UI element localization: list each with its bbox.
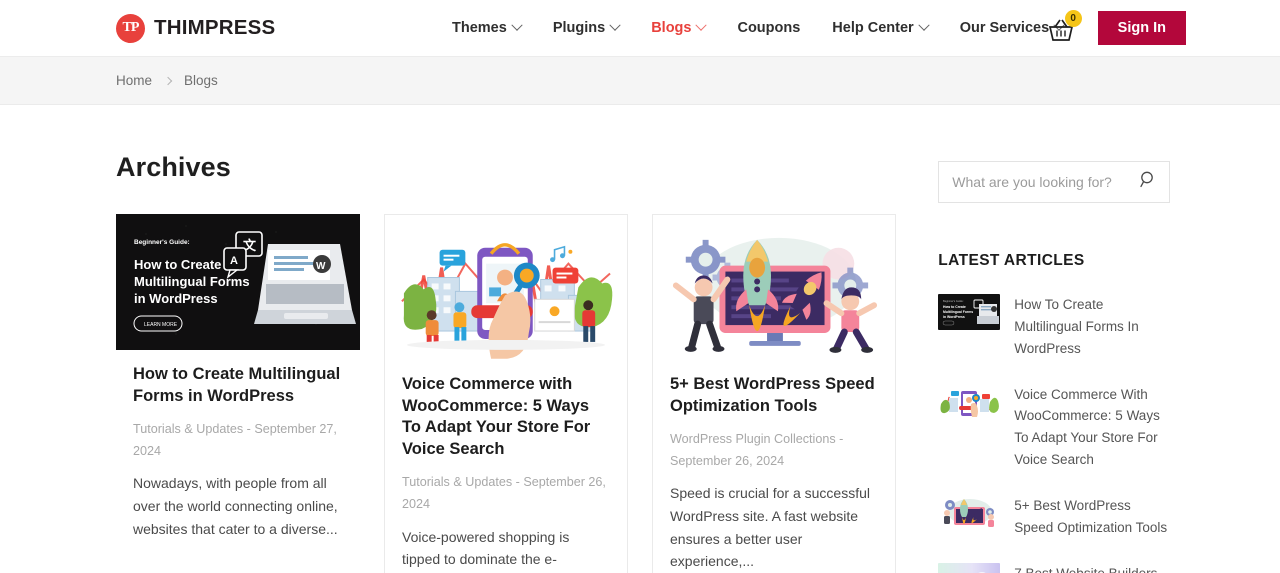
nav-item-blogs[interactable]: Blogs (635, 19, 721, 36)
post-title[interactable]: How to Create Multilingual Forms in Word… (133, 364, 343, 407)
article-title[interactable]: 5+ Best WordPress Speed Optimization Too… (1014, 495, 1170, 539)
list-item[interactable]: 7 Best Website Builders for Small Busine… (938, 562, 1170, 573)
post-card-3[interactable]: 5+ Best WordPress Speed Optimization Too… (652, 214, 896, 573)
chevron-down-icon (918, 19, 930, 31)
post-meta: Tutorials & Updates - September 26, 2024 (402, 475, 606, 512)
chevron-down-icon (609, 19, 621, 31)
svg-text:Beginner's Guide:: Beginner's Guide: (134, 239, 190, 246)
svg-text:How to Create: How to Create (134, 257, 221, 272)
post-thumbnail[interactable] (662, 224, 886, 360)
nav-label: Blogs (651, 20, 692, 36)
post-title[interactable]: 5+ Best WordPress Speed Optimization Too… (670, 374, 878, 417)
post-meta: WordPress Plugin Collections - September… (670, 432, 844, 469)
svg-text:in WordPress: in WordPress (943, 315, 965, 319)
logo-text: THIMPRESS (154, 16, 276, 39)
latest-articles-list: Beginner's Guide: How to Create Multilin… (938, 294, 1170, 573)
voice-commerce-illustration (394, 224, 618, 359)
post-excerpt: Nowadays, with people from all over the … (133, 475, 338, 537)
svg-text:Beginner's Guide:: Beginner's Guide: (943, 299, 964, 303)
post-excerpt: Speed is crucial for a successful WordPr… (670, 485, 870, 570)
speed-optimization-illustration (662, 224, 886, 359)
header-actions: 0 Sign In (1046, 10, 1280, 45)
svg-text:Multilingual Forms: Multilingual Forms (943, 310, 973, 314)
list-item[interactable]: 5+ Best WordPress Speed Optimization Too… (938, 495, 1170, 539)
nav-item-help-center[interactable]: Help Center (816, 19, 943, 36)
dark-laptop-thumb: Beginner's Guide: How to Create Multilin… (938, 294, 1001, 330)
voice-commerce-thumb (938, 383, 1001, 420)
post-card-2[interactable]: Voice Commerce with WooCommerce: 5 Ways … (384, 214, 628, 573)
svg-text:How to Create: How to Create (943, 305, 966, 309)
list-item[interactable]: Beginner's Guide: How to Create Multilin… (938, 294, 1170, 360)
article-title[interactable]: Voice Commerce With WooCommerce: 5 Ways … (1014, 384, 1170, 471)
search-icon[interactable] (1140, 171, 1157, 193)
breadcrumb: Home Blogs (0, 57, 1280, 105)
svg-text:LEARN MORE: LEARN MORE (144, 322, 178, 328)
site-header: TP THIMPRESS Themes Plugins Blogs Coupon… (0, 0, 1280, 57)
main-navigation: Themes Plugins Blogs Coupons Help Center… (452, 19, 1079, 36)
site-logo[interactable]: TP THIMPRESS (116, 13, 276, 43)
nav-label: Themes (452, 20, 507, 36)
svg-text:in WordPress: in WordPress (134, 291, 218, 306)
post-card-1[interactable]: Beginner's Guide: How to Create Multilin… (116, 214, 360, 541)
cart-count-badge: 0 (1064, 10, 1082, 27)
latest-articles-heading: LATEST ARTICLES (938, 252, 1085, 269)
nav-item-plugins[interactable]: Plugins (537, 19, 635, 36)
list-item[interactable]: Voice Commerce With WooCommerce: 5 Ways … (938, 383, 1170, 471)
post-thumbnail[interactable]: Beginner's Guide: How to Create Multilin… (116, 214, 360, 350)
search-input[interactable] (939, 162, 1169, 202)
sign-in-button[interactable]: Sign In (1097, 11, 1186, 45)
page-body: Archives Beginner's Guide: How to Create… (0, 105, 1280, 573)
post-title[interactable]: Voice Commerce with WooCommerce: 5 Ways … (402, 374, 610, 460)
page-title: Archives (116, 152, 231, 182)
post-meta: Tutorials & Updates - September 27, 2024 (133, 422, 337, 459)
post-text: Voice Commerce with WooCommerce: 5 Ways … (394, 360, 618, 573)
breadcrumb-item-home[interactable]: Home (116, 73, 152, 88)
nav-item-themes[interactable]: Themes (452, 19, 537, 36)
chevron-down-icon (695, 19, 708, 31)
chevron-right-icon (163, 76, 173, 85)
main-content: Archives Beginner's Guide: How to Create… (116, 152, 898, 573)
svg-text:A: A (230, 255, 238, 267)
multilingual-forms-banner-image: Beginner's Guide: How to Create Multilin… (116, 214, 360, 350)
search-box[interactable] (938, 161, 1170, 203)
article-title[interactable]: How To Create Multilingual Forms In Word… (1014, 294, 1170, 360)
article-title[interactable]: 7 Best Website Builders For Small Busine… (1014, 563, 1170, 573)
sidebar: LATEST ARTICLES Beginner's Guide: How to… (938, 152, 1170, 573)
post-excerpt: Voice-powered shopping is tipped to domi… (402, 528, 570, 568)
chevron-down-icon (511, 19, 523, 31)
post-text: 5+ Best WordPress Speed Optimization Too… (662, 360, 886, 573)
cart-button[interactable]: 0 (1046, 10, 1082, 43)
nav-label: Coupons (737, 20, 801, 36)
nav-label: Our Services (959, 20, 1050, 36)
post-thumbnail[interactable] (394, 224, 618, 360)
thimpress-logo-icon: TP (116, 13, 145, 43)
svg-text:W: W (316, 261, 326, 272)
breadcrumb-item-blogs[interactable]: Blogs (184, 73, 218, 88)
post-text: How to Create Multilingual Forms in Word… (116, 350, 360, 540)
nav-label: Plugins (552, 20, 606, 36)
speed-tools-thumb (938, 495, 1001, 532)
nav-item-coupons[interactable]: Coupons (721, 20, 816, 36)
svg-text:Multilingual Forms: Multilingual Forms (134, 274, 250, 289)
website-builders-thumb: 7 Best Website Builders for Small Busine… (938, 562, 1001, 573)
post-grid: Beginner's Guide: How to Create Multilin… (116, 214, 898, 573)
nav-label: Help Center (832, 20, 914, 36)
